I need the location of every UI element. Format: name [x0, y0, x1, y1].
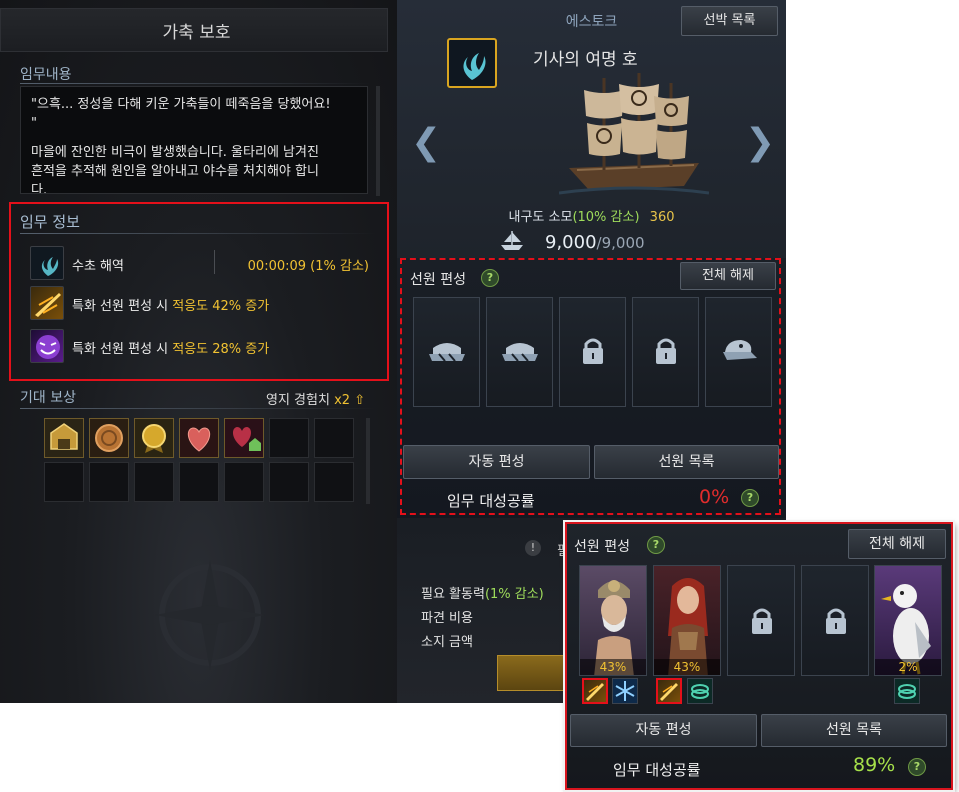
mission-description: "으흑... 정성을 다해 키운 가축들이 떼죽음을 당했어요! " 마을에 잔… [20, 86, 368, 194]
next-ship-arrow[interactable]: ❯ [745, 122, 775, 163]
prev-ship-arrow[interactable]: ❮ [411, 122, 441, 163]
success-rate-value: 89% [853, 754, 896, 776]
divider [20, 233, 376, 234]
divider [20, 83, 370, 84]
crew-card-red-hair-woman[interactable]: 43% [653, 565, 721, 676]
sea-area-row: 수초 해역 00:00:09 (1% 감소) [22, 246, 377, 282]
reward-label: 기대 보상 [20, 390, 76, 406]
reward-slot-empty [269, 418, 309, 458]
durability-line: 내구도 소모(10% 감소) 360 [397, 206, 786, 225]
required-action-reduction: (1% 감소) [484, 587, 544, 602]
reward-exp: 영지 경험치 x2 ⇧ [266, 389, 365, 408]
divider [214, 250, 215, 274]
wave-swirl-icon [687, 678, 713, 704]
bonus-row-1: 특화 선원 편성 시 적응도 42% 증가 [22, 286, 377, 322]
reward-slot-empty [269, 462, 309, 502]
crew-list-button[interactable]: 선원 목록 [761, 714, 947, 747]
mission-content-label: 임무내용 [20, 67, 72, 83]
reward-slot-empty [44, 462, 84, 502]
reward-slot-empty [179, 462, 219, 502]
purple-grin-icon [30, 329, 64, 363]
gold-medal-icon[interactable] [134, 418, 174, 458]
reward-slot-empty [224, 462, 264, 502]
alert-icon: ! [525, 540, 541, 556]
clear-all-button[interactable]: 전체 해제 [848, 529, 946, 559]
crew-percent: 2% [875, 659, 941, 675]
sea-area-name: 수초 해역 [72, 259, 124, 274]
mission-line: 마을에 잔인한 비극이 발생했습니다. 울타리에 남겨진 [31, 145, 319, 160]
help-icon[interactable]: ? [647, 536, 665, 554]
mission-line: "으흑... 정성을 다해 키운 가축들이 떼죽음을 당했어요! [31, 97, 331, 112]
mission-line: 다. [31, 183, 48, 194]
reward-multiplier: x2 [334, 393, 351, 408]
gold-slash-icon [582, 678, 608, 704]
ship-seaweed-icon [447, 38, 497, 88]
seaweed-sea-icon [30, 246, 64, 280]
reward-slot-empty [134, 462, 174, 502]
crew-formation-zoom: 선원 편성 ? 전체 해제 43% 43% 2% 자동 편성 선원 목록 임무 … [565, 522, 953, 790]
durability-value: 360 [649, 210, 675, 225]
ship-list-button[interactable]: 선박 목록 [681, 6, 778, 36]
durability-label: 내구도 소모 [508, 210, 573, 225]
divider [20, 408, 376, 409]
cargo-ship-icon [501, 231, 523, 250]
crew-card-locked [801, 565, 869, 676]
crew-formation-label: 선원 편성 [574, 539, 630, 555]
heart-item-icon[interactable] [179, 418, 219, 458]
reward-slot-empty [314, 418, 354, 458]
bonus-value: 적응도 42% 증가 [172, 299, 270, 314]
required-action-text: 필요 활동력 [421, 587, 485, 602]
heart-house-icon[interactable] [224, 418, 264, 458]
crew-section-highlight [400, 258, 781, 515]
capacity-max: /9,000 [596, 234, 645, 252]
capacity: 9,000/9,000 [545, 232, 645, 253]
ship-illustration [559, 73, 709, 195]
gold-slash-icon [30, 286, 64, 320]
mission-scrollbar[interactable] [376, 86, 380, 196]
lock-icon [826, 608, 846, 634]
lock-icon [752, 608, 772, 634]
reward-scrollbar[interactable] [366, 418, 370, 504]
mission-info-label: 임무 정보 [20, 213, 80, 231]
crew-card-locked [727, 565, 795, 676]
crew-percent: 43% [654, 659, 720, 675]
bonus-value: 적응도 28% 증가 [172, 342, 270, 357]
crew-card-seagull[interactable]: 2% [874, 565, 942, 676]
mission-panel: 가축 보호 임무내용 "으흑... 정성을 다해 키운 가축들이 떼죽음을 당했… [0, 0, 397, 703]
bonus-text-1: 특화 선원 편성 시 적응도 42% 증가 [72, 295, 269, 314]
bonus-prefix: 특화 선원 편성 시 [72, 299, 173, 314]
bonus-text-2: 특화 선원 편성 시 적응도 28% 증가 [72, 338, 269, 357]
mission-title: 가축 보호 [162, 23, 231, 43]
required-action-label: 필요 활동력(1% 감소) [421, 583, 544, 602]
bronze-coin-icon[interactable] [89, 418, 129, 458]
durability-reduction: (10% 감소) [572, 210, 640, 225]
sea-area-time: 00:00:09 (1% 감소) [247, 259, 369, 274]
snowflake-icon [612, 678, 638, 704]
help-icon[interactable]: ? [908, 758, 926, 776]
wave-swirl-icon [894, 678, 920, 704]
bonus-prefix: 특화 선원 편성 시 [72, 342, 173, 357]
ship-name: 기사의 여명 호 [533, 50, 638, 70]
dispatch-cost-label: 파견 비용 [421, 611, 473, 626]
success-rate-label: 임무 대성공률 [613, 761, 701, 779]
reward-slot-empty [314, 462, 354, 502]
reward-exp-label: 영지 경험치 [266, 393, 330, 408]
owned-gold-label: 소지 금액 [421, 635, 473, 650]
decorative-emblem [155, 560, 265, 670]
estate-crest-icon[interactable] [44, 418, 84, 458]
auto-formation-button[interactable]: 자동 편성 [570, 714, 757, 747]
crew-percent: 43% [580, 659, 646, 675]
capacity-current: 9,000 [545, 232, 597, 253]
mission-line: " [31, 116, 37, 131]
bonus-row-2: 특화 선원 편성 시 적응도 28% 증가 [22, 329, 377, 365]
reward-slot-empty [89, 462, 129, 502]
mission-line: 흔적을 추적해 원인을 알아내고 야수를 처치해야 합니 [31, 164, 319, 179]
gold-slash-icon [656, 678, 682, 704]
arrow-up-icon: ⇧ [354, 393, 366, 408]
crew-card-old-sailor[interactable]: 43% [579, 565, 647, 676]
